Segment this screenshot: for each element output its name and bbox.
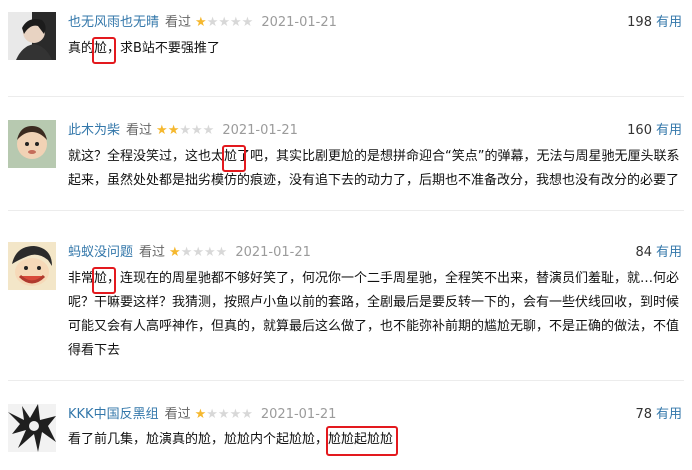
star-empty-icon: ★	[180, 245, 193, 260]
vote-area: 84 有用	[635, 244, 682, 262]
review-content: 非常尬，连现在的周星驰都不够好笑了，何况你一个二手周星驰，全程笑不出来，替演员们…	[68, 271, 680, 358]
star-empty-icon: ★	[215, 245, 228, 260]
rating-stars: ★★★★★	[195, 407, 253, 422]
vote-count: 198	[627, 15, 652, 30]
vote-area: 160 有用	[627, 122, 682, 140]
review-content: 看了前几集，尬演真的尬，尬尬内个起尬尬，尬尬起尬尬	[68, 432, 394, 447]
star-empty-icon: ★	[204, 245, 216, 260]
divider	[8, 210, 684, 211]
star-empty-icon: ★	[217, 407, 230, 422]
rating-stars: ★★★★★	[156, 123, 214, 138]
star-filled-icon: ★	[169, 245, 181, 260]
star-filled-icon: ★	[156, 123, 168, 138]
avatar[interactable]	[8, 120, 56, 168]
divider	[8, 96, 684, 97]
vote-area: 78 有用	[635, 406, 682, 424]
useful-button[interactable]: 有用	[656, 407, 682, 422]
vote-area: 198 有用	[627, 14, 682, 32]
short-review-list: 也无风雨也无晴 看过 ★★★★★ 2021-01-21 198 有用 真的尬，求B站不要…	[0, 0, 692, 470]
watch-status: 看过	[164, 407, 191, 422]
avatar-image	[8, 404, 56, 452]
useful-button[interactable]: 有用	[656, 15, 682, 30]
avatar-image	[8, 120, 56, 168]
star-filled-icon: ★	[167, 123, 180, 138]
vote-count: 160	[627, 123, 652, 138]
star-empty-icon: ★	[230, 15, 242, 30]
star-empty-icon: ★	[206, 407, 218, 422]
review-date: 2021-01-21	[222, 123, 298, 138]
avatar[interactable]	[8, 12, 56, 60]
username-link[interactable]: KKK中国反黑组	[68, 407, 159, 422]
username-link[interactable]: 蚂蚁没问题	[68, 245, 133, 260]
avatar[interactable]	[8, 404, 56, 452]
star-empty-icon: ★	[206, 15, 219, 30]
review-date: 2021-01-21	[235, 245, 311, 260]
rating-stars: ★★★★★	[169, 245, 227, 260]
username-link[interactable]: 也无风雨也无晴	[68, 15, 159, 30]
star-empty-icon: ★	[179, 123, 191, 138]
star-filled-icon: ★	[194, 407, 207, 422]
divider	[8, 380, 684, 381]
review-content: 就这？全程没笑过，这也太尬了吧，其实比剧更尬的是想拼命迎合“笑点”的弹幕，无法与…	[68, 149, 680, 188]
star-filled-icon: ★	[195, 15, 207, 30]
star-empty-icon: ★	[241, 15, 254, 30]
useful-button[interactable]: 有用	[656, 123, 682, 138]
watch-status: 看过	[139, 245, 166, 260]
star-empty-icon: ★	[192, 245, 204, 260]
vote-count: 84	[635, 245, 652, 260]
avatar-image	[8, 242, 56, 290]
star-empty-icon: ★	[191, 123, 203, 138]
star-empty-icon: ★	[241, 407, 253, 422]
review-content: 真的尬，求B站不要强推了	[68, 41, 220, 56]
review-date: 2021-01-21	[260, 407, 337, 422]
avatar[interactable]	[8, 242, 56, 290]
star-empty-icon: ★	[202, 123, 215, 138]
rating-stars: ★★★★★	[195, 15, 253, 30]
vote-count: 78	[635, 407, 652, 422]
star-empty-icon: ★	[229, 407, 242, 422]
review-meta: 蚂蚁没问题 看过 ★★★★★ 2021-01-21	[68, 244, 311, 262]
review-meta: 也无风雨也无晴 看过 ★★★★★ 2021-01-21	[68, 14, 337, 32]
review-date: 2021-01-21	[261, 15, 337, 30]
avatar-image	[8, 12, 56, 60]
review-meta: 此木为柴 看过 ★★★★★ 2021-01-21	[68, 122, 298, 140]
username-link[interactable]: 此木为柴	[68, 123, 120, 138]
watch-status: 看过	[126, 123, 153, 138]
review-meta: KKK中国反黑组 看过 ★★★★★ 2021-01-21	[68, 406, 336, 424]
useful-button[interactable]: 有用	[656, 245, 682, 260]
watch-status: 看过	[165, 15, 192, 30]
star-empty-icon: ★	[218, 15, 230, 30]
